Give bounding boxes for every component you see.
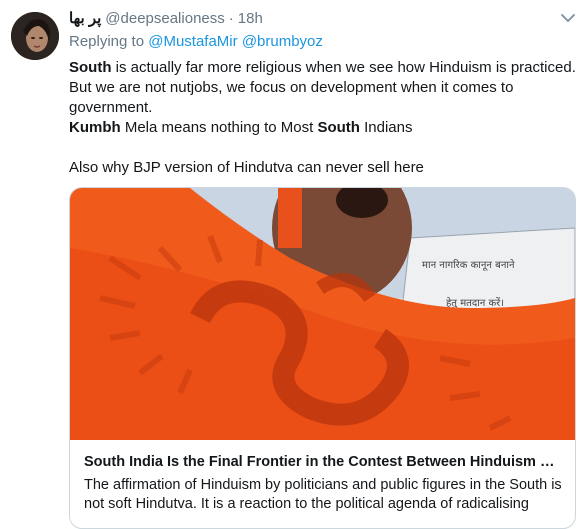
sign-text: हेतु मतदान करें। — [446, 297, 504, 309]
text-segment: Mela means nothing to Most — [120, 119, 318, 136]
bold-keyword: South — [317, 119, 360, 136]
tweet-text: South is actually far more religious whe… — [69, 58, 579, 178]
author-handle[interactable]: @deepsealioness — [105, 10, 224, 27]
avatar-image — [11, 12, 59, 60]
link-card[interactable]: मान नागरिक कानून बनाने हेतु मतदान करें। — [69, 187, 576, 529]
sign-text: मान नागरिक कानून बनाने — [422, 259, 515, 271]
avatar[interactable] — [11, 12, 59, 60]
replying-prefix: Replying to — [69, 33, 145, 50]
text-segment: Indians — [359, 119, 413, 136]
tweet-paragraph: South is actually far more religious whe… — [69, 58, 579, 118]
timestamp[interactable]: 18h — [238, 10, 263, 27]
replying-to: Replying to @MustafaMir @brumbyoz — [69, 33, 323, 50]
tweet-paragraph: Kumbh Mela means nothing to Most South I… — [69, 118, 579, 138]
mention-link[interactable]: @brumbyoz — [242, 33, 323, 50]
card-description: The affirmation of Hinduism by politicia… — [84, 477, 562, 512]
card-photo: मान नागरिक कानून बनाने हेतु मतदान करें। — [70, 188, 575, 440]
separator-dot: · — [228, 9, 234, 27]
card-image: मान नागरिक कानून बनाने हेतु मतदान करें। — [70, 188, 575, 440]
card-title[interactable]: South India Is the Final Frontier in the… — [84, 452, 562, 472]
tweet-header: پر بها @deepsealioness · 18h — [69, 8, 263, 28]
author-name[interactable]: پر بها — [69, 9, 101, 27]
tweet-paragraph: Also why BJP version of Hindutva can nev… — [69, 159, 424, 176]
chevron-down-icon[interactable] — [560, 12, 576, 24]
bold-keyword: Kumbh — [69, 119, 121, 136]
mention-link[interactable]: @MustafaMir — [148, 33, 237, 50]
bold-keyword: South — [69, 59, 112, 76]
card-body: South India Is the Final Frontier in the… — [84, 452, 562, 514]
text-segment: is actually far more religious when we s… — [69, 59, 576, 116]
